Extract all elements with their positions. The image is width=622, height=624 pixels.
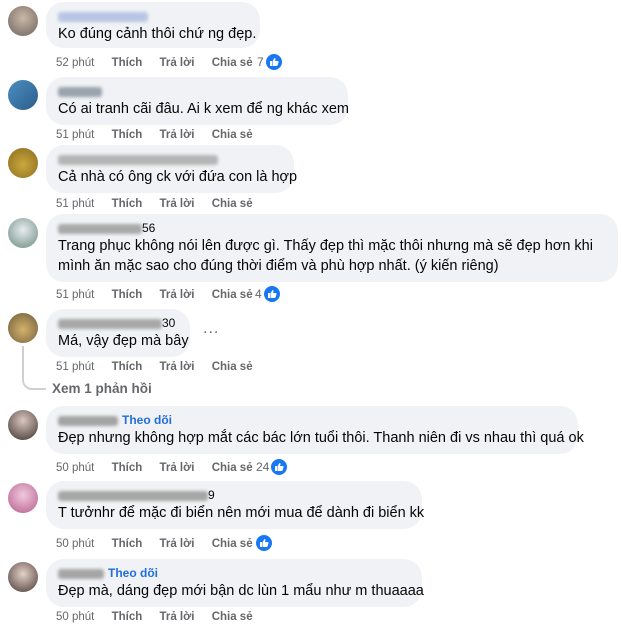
avatar[interactable] <box>8 410 38 440</box>
commenter-name[interactable]: 56 <box>58 221 606 236</box>
commenter-name[interactable] <box>58 9 248 24</box>
share-button[interactable]: Chia sẻ <box>212 128 253 142</box>
share-button[interactable]: Chia sẻ <box>212 197 253 211</box>
share-button[interactable]: Chia sẻ <box>212 360 253 374</box>
comment-bubble: 9 T tưởnhr để mặc đi biển nên mới mua để… <box>46 481 425 529</box>
view-replies-link[interactable]: Xem 1 phản hồi <box>52 381 152 396</box>
comment-bubble: Cả nhà có ông ck với đứa con là hợp <box>46 145 298 193</box>
comment-text: Đẹp mà, dáng đẹp mới bận dc lùn 1 mẩu nh… <box>58 583 424 599</box>
like-button[interactable]: Thích <box>112 537 143 551</box>
comment-actions: 50 phút Thích Trả lời Chia sẻ <box>56 537 267 551</box>
share-button[interactable]: Chia sẻ <box>212 56 253 70</box>
avatar[interactable] <box>8 483 38 513</box>
reply-button[interactable]: Trả lời <box>159 610 194 624</box>
comment-bubble: Theo dõi Đẹp mà, dáng đẹp mới bận dc lùn… <box>46 559 424 607</box>
like-button[interactable]: Thích <box>112 461 143 475</box>
reaction-count[interactable]: 4 <box>255 286 280 302</box>
comment-time[interactable]: 51 phút <box>56 288 94 302</box>
thumbs-up-icon <box>271 459 288 475</box>
avatar[interactable] <box>8 313 38 343</box>
share-button[interactable]: Chia sẻ <box>212 461 253 475</box>
commenter-name[interactable] <box>58 84 336 99</box>
share-button[interactable]: Chia sẻ <box>212 537 253 551</box>
comment-text: Có ai tranh cãi đâu. Ai k xem để ng khác… <box>58 101 349 117</box>
reply-button[interactable]: Trả lời <box>159 128 194 142</box>
like-button[interactable]: Thích <box>112 360 143 374</box>
comment-text: Đẹp nhưng không hợp mắt các bác lớn tuổi… <box>58 430 584 446</box>
like-button[interactable]: Thích <box>112 610 143 624</box>
comment-time[interactable]: 51 phút <box>56 197 94 211</box>
thumbs-up-icon <box>263 286 280 302</box>
comment-actions: 52 phút Thích Trả lời Chia sẻ <box>56 56 267 70</box>
reply-button[interactable]: Trả lời <box>159 288 194 302</box>
commenter-name[interactable]: 30 <box>58 316 178 331</box>
commenter-name[interactable]: Theo dõi <box>58 413 566 428</box>
comment-time[interactable]: 51 phút <box>56 128 94 142</box>
avatar[interactable] <box>8 6 38 36</box>
reaction-count[interactable]: 7 <box>257 54 282 70</box>
comment-time[interactable]: 50 phút <box>56 537 94 551</box>
more-options-icon[interactable]: ... <box>203 320 219 338</box>
follow-link[interactable]: Theo dõi <box>122 413 172 427</box>
like-button[interactable]: Thích <box>112 288 143 302</box>
comment-actions: 51 phút Thích Trả lời Chia sẻ <box>56 197 267 211</box>
comment-time[interactable]: 52 phút <box>56 56 94 70</box>
thumbs-up-icon <box>256 535 272 551</box>
comment-time[interactable]: 51 phút <box>56 360 94 374</box>
reply-button[interactable]: Trả lời <box>159 197 194 211</box>
comment-actions: 50 phút Thích Trả lời Chia sẻ <box>56 461 267 475</box>
reaction-count[interactable]: 24 <box>256 459 288 475</box>
comment-actions: 51 phút Thích Trả lời Chia sẻ <box>56 360 267 374</box>
reply-button[interactable]: Trả lời <box>159 56 194 70</box>
avatar[interactable] <box>8 218 38 248</box>
comment-actions: 51 phút Thích Trả lời Chia sẻ <box>56 128 267 142</box>
comment-bubble: Có ai tranh cãi đâu. Ai k xem để ng khác… <box>46 77 349 125</box>
follow-link[interactable]: Theo dõi <box>108 566 158 580</box>
reply-button[interactable]: Trả lời <box>159 360 194 374</box>
comment-bubble: 30 Má, vậy đẹp mà bây <box>46 309 190 357</box>
comment-text: Ko đúng cảnh thôi chứ ng đẹp. <box>58 26 257 42</box>
commenter-name[interactable]: Theo dõi <box>58 566 410 581</box>
comment-text: Trang phục không nói lên được gì. Thấy đ… <box>58 238 593 254</box>
comment-text: T tưởnhr để mặc đi biển nên mới mua để d… <box>58 505 425 521</box>
comment-time[interactable]: 50 phút <box>56 610 94 624</box>
comment-text: Cả nhà có ông ck với đứa con là hợp <box>58 169 298 185</box>
like-button[interactable]: Thích <box>112 197 143 211</box>
commenter-name[interactable] <box>58 152 282 167</box>
share-button[interactable]: Chia sẻ <box>212 288 253 302</box>
comment-bubble: 56 Trang phục không nói lên được gì. Thấ… <box>46 214 618 282</box>
like-button[interactable]: Thích <box>112 128 143 142</box>
reaction-count[interactable] <box>254 535 272 551</box>
commenter-name[interactable]: 9 <box>58 488 410 503</box>
comment-bubble: Ko đúng cảnh thôi chứ ng đẹp. <box>46 2 260 48</box>
thread-line <box>22 346 46 390</box>
reply-button[interactable]: Trả lời <box>159 461 194 475</box>
comment-actions: 51 phút Thích Trả lời Chia sẻ <box>56 288 267 302</box>
reply-button[interactable]: Trả lời <box>159 537 194 551</box>
like-button[interactable]: Thích <box>112 56 143 70</box>
share-button[interactable]: Chia sẻ <box>212 610 253 624</box>
comment-text: Má, vậy đẹp mà bây <box>58 333 189 349</box>
comment-actions: 50 phút Thích Trả lời Chia sẻ <box>56 610 267 624</box>
comment-text: mình ăn mặc sao cho đúng thời điểm và ph… <box>58 258 499 274</box>
comment-time[interactable]: 50 phút <box>56 461 94 475</box>
avatar[interactable] <box>8 80 38 110</box>
avatar[interactable] <box>8 562 38 592</box>
avatar[interactable] <box>8 148 38 178</box>
comment-bubble: Theo dõi Đẹp nhưng không hợp mắt các bác… <box>46 406 584 454</box>
thumbs-up-icon <box>265 54 282 70</box>
